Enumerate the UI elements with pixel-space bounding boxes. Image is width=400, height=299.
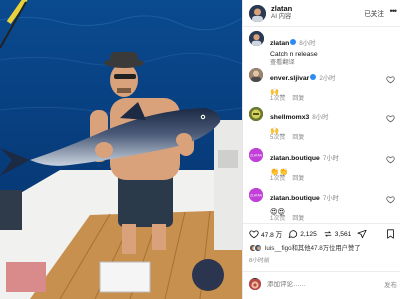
comment-likes[interactable]: 1次赞: [270, 96, 285, 102]
commenter-avatar[interactable]: [249, 107, 263, 121]
liked-by-text: luis__figo和其他47.8万位用户赞了: [265, 245, 361, 252]
heart-icon[interactable]: [386, 75, 395, 84]
comment-text: 👏👏: [270, 166, 288, 176]
comment-username[interactable]: enver.sljivar: [270, 75, 309, 82]
comment-composer: 发布: [249, 277, 397, 291]
like-action[interactable]: 47.8 万: [249, 229, 282, 239]
comment-count: 2,125: [300, 230, 317, 238]
commenter-avatar[interactable]: ZLATAN: [249, 148, 263, 162]
caption-time: 8小时: [299, 40, 316, 47]
heart-icon[interactable]: [386, 155, 395, 164]
caption-username[interactable]: zlatan: [270, 40, 289, 47]
commenter-avatar[interactable]: ZLATAN: [249, 188, 263, 202]
ai-content-label: AI 内容: [271, 12, 292, 20]
action-bar: 47.8 万 2,125 3,561: [249, 228, 397, 240]
comment-input[interactable]: [267, 280, 367, 288]
post-sidebar: zlatan AI 内容 已关注 ••• zlatan 8小时 Catch n r…: [242, 0, 400, 299]
send-action[interactable]: [357, 229, 369, 239]
comment-action[interactable]: 2,125: [288, 229, 317, 239]
comment-text: 😍😍: [270, 206, 285, 216]
comment-time: 7小时: [322, 195, 339, 202]
comment-username[interactable]: shellmomx3: [270, 114, 309, 121]
post-photo[interactable]: [0, 0, 242, 299]
comment-item: shellmomx3 8小时 🙌 5次赞 回复: [249, 105, 397, 141]
current-user-avatar: [249, 278, 261, 290]
heart-icon[interactable]: [386, 195, 395, 204]
composer-divider: [243, 271, 400, 272]
reply-link[interactable]: 回复: [292, 96, 304, 102]
reply-link[interactable]: 回复: [292, 176, 304, 182]
fishing-photo-image: [0, 0, 242, 299]
verified-badge-icon: [290, 39, 297, 45]
reply-link[interactable]: 回复: [292, 135, 304, 141]
comment-likes[interactable]: 1次赞: [270, 176, 285, 182]
like-count: 47.8 万: [261, 232, 283, 239]
liked-by-row[interactable]: luis__figo和其他47.8万位用户赞了: [249, 243, 399, 252]
comment-time: 8小时: [312, 114, 329, 121]
reply-link[interactable]: 回复: [292, 216, 304, 222]
save-action[interactable]: [386, 229, 397, 239]
comment-text: 🙌: [270, 125, 279, 135]
bookmark-icon: [387, 229, 394, 239]
svg-text:ZLATAN: ZLATAN: [250, 154, 262, 158]
heart-icon: [249, 230, 259, 239]
caption-avatar[interactable]: [249, 31, 264, 46]
comment-likes[interactable]: 1次赞: [270, 216, 285, 222]
comment-item: enver.sljivar 2小时 🙌 1次赞 回复: [249, 66, 397, 102]
verified-badge-icon: [310, 74, 317, 80]
comment-item: ZLATAN zlatan.boutique 7小时 😍😍 1次赞 回复: [249, 186, 397, 222]
comment-icon: [288, 230, 298, 239]
comment-username[interactable]: zlatan.boutique: [270, 155, 320, 162]
header-divider: [243, 26, 400, 27]
more-options-icon[interactable]: •••: [390, 6, 398, 16]
comment-text: 🙌: [270, 86, 279, 96]
post-header: zlatan AI 内容 已关注 •••: [243, 0, 400, 26]
author-avatar[interactable]: [249, 4, 266, 22]
post-dialog: zlatan AI 内容 已关注 ••• zlatan 8小时 Catch n r…: [0, 0, 400, 299]
comment-time: 7小时: [322, 155, 339, 162]
post-comment-button[interactable]: 发布: [384, 279, 397, 289]
comment-time: 2小时: [319, 75, 336, 82]
comment-likes[interactable]: 5次赞: [270, 135, 285, 141]
commenter-avatar[interactable]: [249, 68, 263, 82]
heart-icon[interactable]: [386, 114, 395, 123]
comment-item: ZLATAN zlatan.boutique 7小时 👏👏 1次赞 回复: [249, 146, 397, 182]
share-count: 3,561: [334, 230, 352, 238]
post-timestamp: 8小时前: [249, 258, 270, 264]
repost-icon: [324, 231, 332, 237]
following-button[interactable]: 已关注: [364, 8, 384, 18]
send-icon: [357, 229, 367, 239]
liker-avatar: [254, 243, 262, 252]
actions-divider: [243, 223, 400, 224]
svg-text:ZLATAN: ZLATAN: [250, 194, 262, 198]
repost-action[interactable]: 3,561: [323, 229, 352, 239]
comment-username[interactable]: zlatan.boutique: [270, 195, 320, 202]
